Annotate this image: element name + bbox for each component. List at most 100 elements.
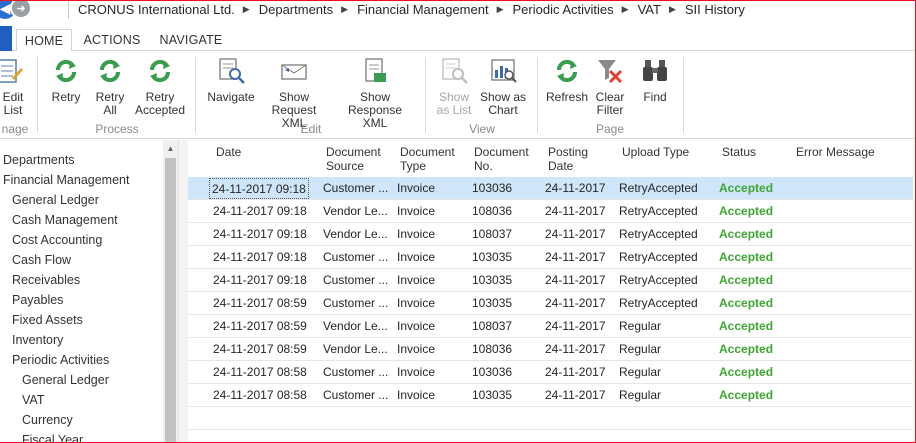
nav-item-general-ledger[interactable]: General Ledger (12, 193, 99, 207)
breadcrumb-departments[interactable]: Departments (259, 2, 333, 17)
cell-document-type[interactable]: Invoice (397, 365, 435, 379)
table-row[interactable]: 24-11-2017 09:18 Customer ... Invoice 10… (188, 246, 913, 269)
column-header-document-source[interactable]: Document Source (326, 145, 381, 173)
column-header-upload-type[interactable]: Upload Type (622, 145, 689, 159)
nav-item-currency[interactable]: Currency (22, 413, 73, 427)
cell-posting-date[interactable]: 24-11-2017 (545, 365, 606, 379)
breadcrumb-arrow-icon[interactable]: ▶ (669, 4, 676, 15)
clear-filter-button[interactable]: Clear Filter (591, 55, 629, 117)
cell-document-no[interactable]: 103035 (472, 296, 512, 310)
cell-upload-type[interactable]: RetryAccepted (619, 273, 698, 287)
show-response-xml-button[interactable]: Show Response XML (334, 55, 416, 130)
nav-item-financial-management[interactable]: Financial Management (3, 173, 129, 187)
column-header-document-no[interactable]: Document No. (474, 145, 529, 173)
cell-status[interactable]: Accepted (719, 273, 773, 287)
nav-item-receivables[interactable]: Receivables (12, 273, 80, 287)
scrollbar-thumb[interactable] (165, 158, 176, 442)
cell-status[interactable]: Accepted (719, 319, 773, 333)
cell-posting-date[interactable]: 24-11-2017 (545, 319, 606, 333)
cell-upload-type[interactable]: RetryAccepted (619, 296, 698, 310)
tab-navigate[interactable]: NAVIGATE (155, 29, 227, 51)
cell-document-source[interactable]: Vendor Le... (323, 227, 393, 241)
cell-upload-type[interactable]: Regular (619, 342, 661, 356)
forward-button[interactable]: ➜ (10, 1, 32, 19)
cell-document-source[interactable]: Customer ... (323, 388, 393, 402)
refresh-button[interactable]: Refresh (544, 55, 590, 104)
cell-status[interactable]: Accepted (719, 365, 773, 379)
breadcrumb-company[interactable]: CRONUS International Ltd. (78, 2, 235, 17)
retry-all-button[interactable]: Retry All (90, 55, 130, 117)
breadcrumb-arrow-icon[interactable]: ▶ (243, 4, 250, 15)
table-row[interactable]: 24-11-2017 09:18 Vendor Le... Invoice 10… (188, 223, 913, 246)
find-button[interactable]: Find (636, 55, 674, 104)
nav-item-payables[interactable]: Payables (12, 293, 63, 307)
column-header-status[interactable]: Status (722, 145, 756, 159)
cell-posting-date[interactable]: 24-11-2017 (545, 342, 606, 356)
nav-item-cash-flow[interactable]: Cash Flow (12, 253, 71, 267)
cell-document-no[interactable]: 103036 (472, 181, 512, 195)
cell-posting-date[interactable]: 24-11-2017 (545, 273, 606, 287)
cell-document-type[interactable]: Invoice (397, 250, 435, 264)
nav-item-vat[interactable]: VAT (22, 393, 44, 407)
nav-item-cost-accounting[interactable]: Cost Accounting (12, 233, 102, 247)
cell-date[interactable]: 24-11-2017 09:18 (213, 273, 307, 287)
cell-document-no[interactable]: 108037 (472, 227, 512, 241)
tab-actions[interactable]: ACTIONS (80, 29, 144, 51)
cell-document-type[interactable]: Invoice (397, 319, 435, 333)
show-as-chart-button[interactable]: Show as Chart (478, 55, 528, 117)
cell-posting-date[interactable]: 24-11-2017 (545, 204, 606, 218)
cell-document-source[interactable]: Customer ... (323, 296, 393, 310)
cell-document-type[interactable]: Invoice (397, 296, 435, 310)
tab-home[interactable]: HOME (16, 29, 72, 52)
retry-button[interactable]: Retry (46, 55, 86, 104)
column-header-document-type[interactable]: Document Type (400, 145, 455, 173)
breadcrumb-vat[interactable]: VAT (638, 2, 661, 17)
cell-document-no[interactable]: 103035 (472, 250, 512, 264)
app-menu-button[interactable] (0, 26, 12, 51)
pane-splitter[interactable] (178, 140, 188, 442)
cell-document-source[interactable]: Customer ... (323, 181, 393, 195)
cell-document-source[interactable]: Customer ... (323, 250, 393, 264)
cell-date[interactable]: 24-11-2017 08:59 (213, 319, 307, 333)
cell-status[interactable]: Accepted (719, 204, 773, 218)
nav-item-periodic-activities[interactable]: Periodic Activities (12, 353, 109, 367)
cell-date[interactable]: 24-11-2017 09:18 (209, 178, 309, 199)
navigate-button[interactable]: Navigate (204, 55, 258, 104)
nav-item-inventory[interactable]: Inventory (12, 333, 63, 347)
cell-date[interactable]: 24-11-2017 08:59 (213, 342, 307, 356)
column-header-date[interactable]: Date (216, 145, 241, 159)
cell-upload-type[interactable]: Regular (619, 365, 661, 379)
cell-document-type[interactable]: Invoice (397, 227, 435, 241)
cell-document-type[interactable]: Invoice (397, 273, 435, 287)
cell-date[interactable]: 24-11-2017 09:18 (213, 204, 307, 218)
table-row[interactable]: 24-11-2017 09:18 Customer ... Invoice 10… (188, 177, 913, 200)
table-row[interactable]: 24-11-2017 08:58 Customer ... Invoice 10… (188, 384, 913, 407)
cell-document-source[interactable]: Vendor Le... (323, 342, 393, 356)
cell-document-no[interactable]: 108036 (472, 204, 512, 218)
cell-status[interactable]: Accepted (719, 388, 773, 402)
cell-status[interactable]: Accepted (719, 250, 773, 264)
cell-document-type[interactable]: Invoice (397, 204, 435, 218)
column-header-error-message[interactable]: Error Message (796, 145, 875, 159)
show-request-xml-button[interactable]: Show Request XML (258, 55, 330, 130)
cell-status[interactable]: Accepted (719, 296, 773, 310)
cell-document-source[interactable]: Vendor Le... (323, 319, 393, 333)
edit-list-button[interactable]: Edit List (0, 55, 26, 117)
cell-document-source[interactable]: Customer ... (323, 365, 393, 379)
cell-status[interactable]: Accepted (719, 342, 773, 356)
cell-document-no[interactable]: 103036 (472, 365, 512, 379)
nav-item-departments[interactable]: Departments (3, 153, 75, 167)
breadcrumb-periodic-activities[interactable]: Periodic Activities (513, 2, 614, 17)
cell-upload-type[interactable]: Regular (619, 319, 661, 333)
cell-document-no[interactable]: 108036 (472, 342, 512, 356)
cell-document-no[interactable]: 103035 (472, 273, 512, 287)
nav-item-fiscal-year[interactable]: Fiscal Year (22, 433, 83, 442)
cell-document-type[interactable]: Invoice (397, 388, 435, 402)
cell-posting-date[interactable]: 24-11-2017 (545, 296, 606, 310)
cell-date[interactable]: 24-11-2017 08:58 (213, 365, 307, 379)
cell-document-type[interactable]: Invoice (397, 181, 435, 195)
cell-document-no[interactable]: 108037 (472, 319, 512, 333)
cell-upload-type[interactable]: RetryAccepted (619, 250, 698, 264)
nav-scrollbar[interactable]: ▲ (163, 140, 178, 442)
table-row[interactable]: 24-11-2017 08:59 Vendor Le... Invoice 10… (188, 315, 913, 338)
